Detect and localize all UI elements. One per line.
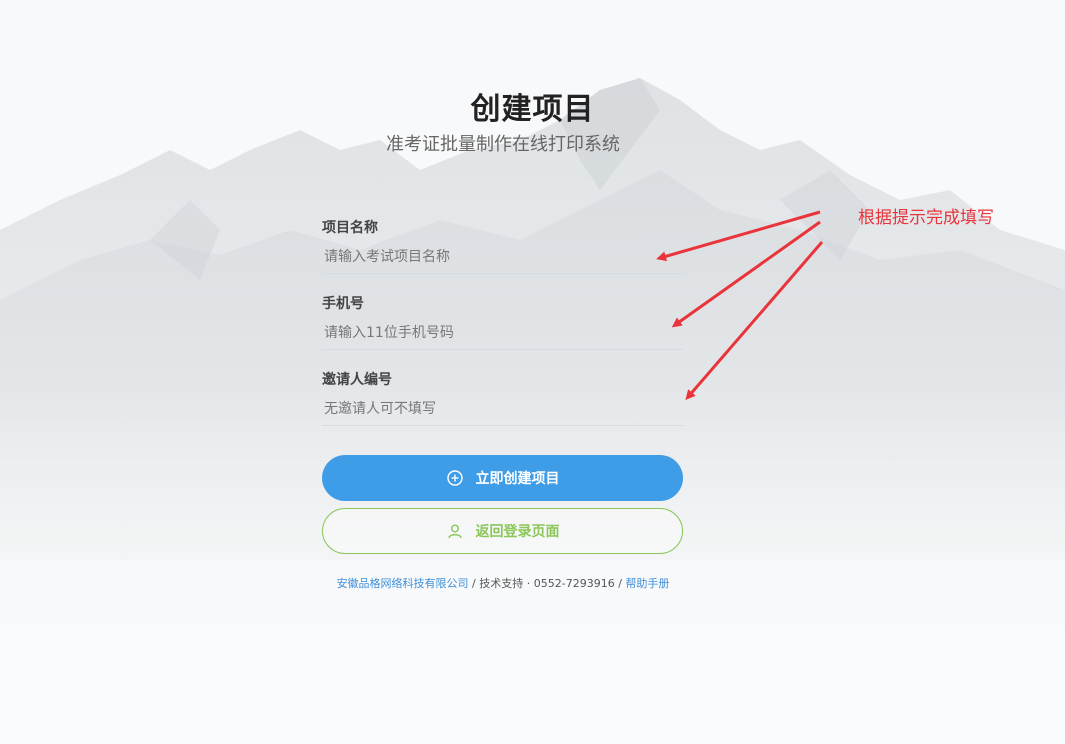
- phone-field-group: 手机号: [322, 294, 683, 370]
- user-icon: [446, 522, 464, 540]
- phone-input[interactable]: [322, 316, 683, 350]
- inviter-id-input[interactable]: [322, 392, 683, 426]
- create-project-form: 项目名称 手机号 邀请人编号: [322, 218, 683, 446]
- page-title: 创建项目: [470, 92, 595, 127]
- company-link[interactable]: 安徽品格网络科技有限公司: [337, 577, 469, 590]
- page-subtitle: 准考证批量制作在线打印系统: [386, 134, 620, 155]
- create-project-button[interactable]: 立即创建项目: [322, 455, 683, 501]
- project-name-label: 项目名称: [322, 220, 378, 236]
- support-text: 技术支持 · 0552-7293916: [479, 577, 615, 590]
- page: 创建项目 准考证批量制作在线打印系统 项目名称 手机号 邀请人编号 立即创建项目: [0, 0, 1065, 744]
- create-project-label: 立即创建项目: [475, 471, 560, 487]
- back-to-login-button[interactable]: 返回登录页面: [322, 508, 683, 554]
- project-name-field-group: 项目名称: [322, 218, 683, 294]
- footer-separator: /: [614, 577, 626, 590]
- footer: 安徽品格网络科技有限公司 / 技术支持 · 0552-7293916 / 帮助手…: [0, 575, 1006, 591]
- plus-circle-icon: [446, 469, 464, 487]
- project-name-input[interactable]: [322, 240, 683, 274]
- phone-label: 手机号: [322, 296, 364, 312]
- inviter-id-label: 邀请人编号: [322, 372, 392, 388]
- footer-separator: /: [468, 577, 480, 590]
- annotation-text: 根据提示完成填写: [858, 208, 994, 228]
- inviter-field-group: 邀请人编号: [322, 370, 683, 446]
- back-to-login-label: 返回登录页面: [475, 524, 560, 540]
- help-manual-link[interactable]: 帮助手册: [625, 577, 669, 590]
